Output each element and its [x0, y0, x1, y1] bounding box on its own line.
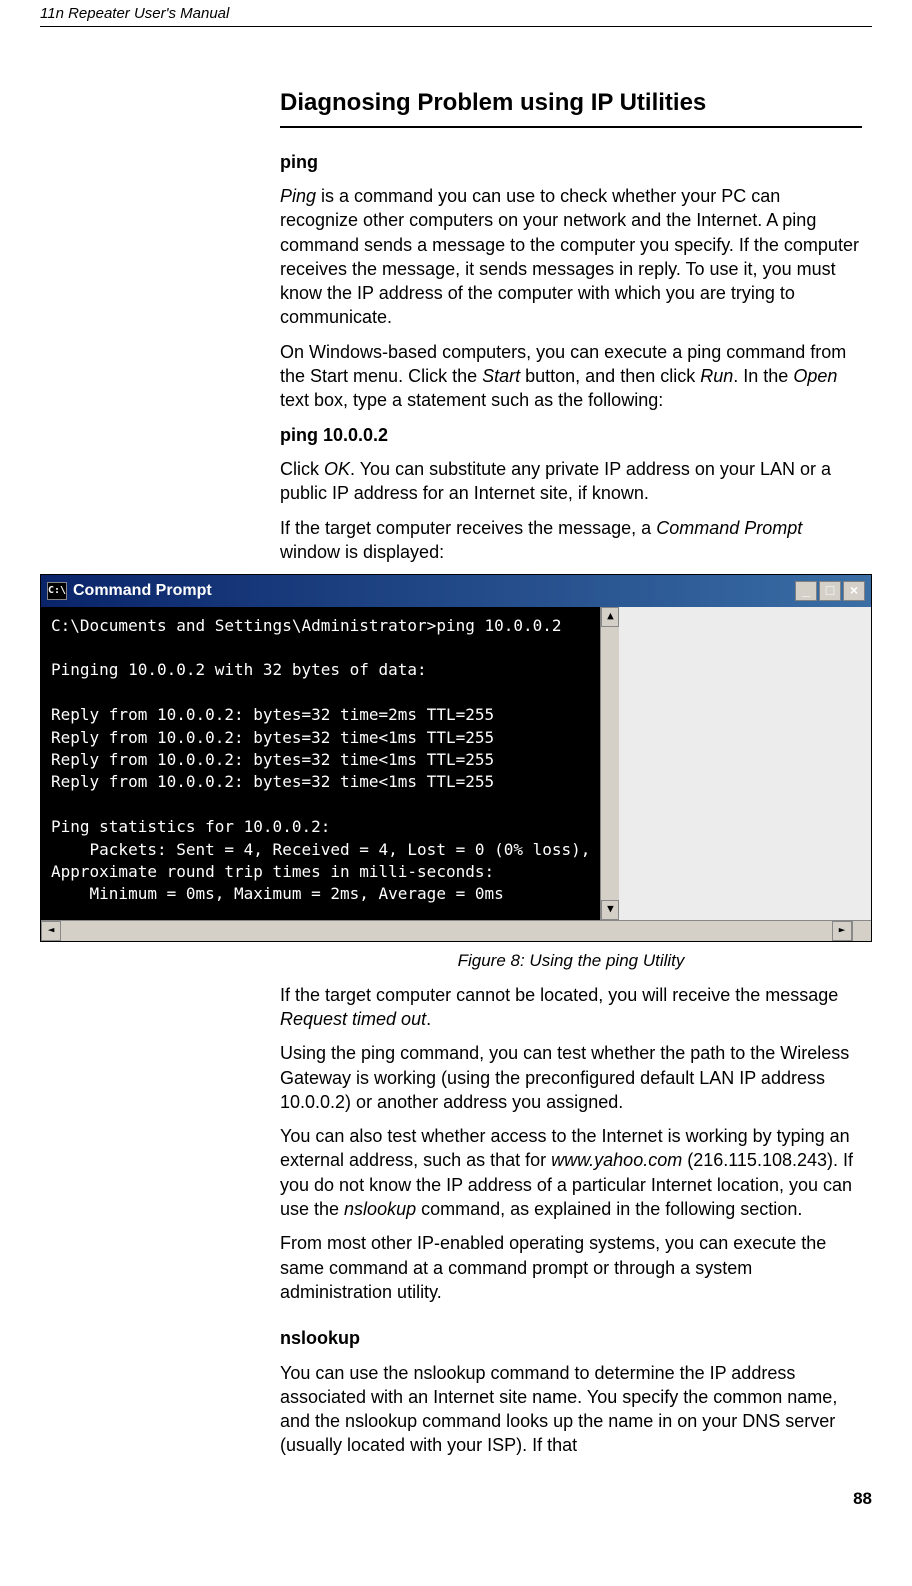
ping-para-2: On Windows-based computers, you can exec…: [280, 340, 862, 413]
ok-italic: OK: [324, 459, 350, 479]
ping-word-italic: Ping: [280, 186, 316, 206]
page-number: 88: [40, 1488, 872, 1511]
scroll-track-horizontal[interactable]: [61, 921, 832, 941]
ping-command-example: ping 10.0.0.2: [280, 423, 862, 447]
text: window is displayed:: [280, 542, 444, 562]
figure-caption: Figure 8: Using the ping Utility: [280, 950, 862, 973]
cmd-icon: C:\: [47, 582, 67, 600]
text: If the target computer receives the mess…: [280, 518, 656, 538]
size-grip[interactable]: [852, 921, 871, 941]
ping-para-3: Click OK. You can substitute any private…: [280, 457, 862, 506]
text: command, as explained in the following s…: [416, 1199, 802, 1219]
titlebar-left: C:\ Command Prompt: [47, 580, 212, 602]
text: text box, type a statement such as the f…: [280, 390, 663, 410]
command-prompt-italic: Command Prompt: [656, 518, 802, 538]
run-italic: Run: [700, 366, 733, 386]
text: Click: [280, 459, 324, 479]
scroll-down-icon[interactable]: ▼: [601, 900, 619, 920]
page-header: 11n Repeater User's Manual: [40, 0, 872, 27]
scroll-track[interactable]: [601, 627, 619, 900]
vertical-scrollbar[interactable]: ▲ ▼: [600, 607, 619, 920]
window-buttons: _ □ ×: [795, 581, 865, 601]
window-titlebar: C:\ Command Prompt _ □ ×: [41, 575, 871, 607]
text: If the target computer cannot be located…: [280, 985, 838, 1005]
post-para-2: Using the ping command, you can test whe…: [280, 1041, 862, 1114]
request-timed-out-italic: Request timed out: [280, 1009, 426, 1029]
post-para-1: If the target computer cannot be located…: [280, 983, 862, 1032]
nslookup-heading: nslookup: [280, 1326, 862, 1350]
scroll-left-icon[interactable]: ◄: [41, 921, 61, 941]
text: . In the: [733, 366, 793, 386]
nslookup-italic: nslookup: [344, 1199, 416, 1219]
ping-para-1-text: is a command you can use to check whethe…: [280, 186, 859, 327]
section-title: Diagnosing Problem using IP Utilities: [280, 87, 862, 127]
horizontal-scrollbar[interactable]: ◄ ►: [41, 920, 871, 941]
scroll-up-icon[interactable]: ▲: [601, 607, 619, 627]
text: button, and then click: [520, 366, 700, 386]
ping-para-1: Ping is a command you can use to check w…: [280, 184, 862, 330]
ping-para-4: If the target computer receives the mess…: [280, 516, 862, 565]
ping-heading: ping: [280, 150, 862, 174]
yahoo-italic: www.yahoo.com: [551, 1150, 682, 1170]
nslookup-para: You can use the nslookup command to dete…: [280, 1361, 862, 1458]
text: .: [426, 1009, 431, 1029]
start-italic: Start: [482, 366, 520, 386]
text: . You can substitute any private IP addr…: [280, 459, 831, 503]
scroll-right-icon[interactable]: ►: [832, 921, 852, 941]
post-para-4: From most other IP-enabled operating sys…: [280, 1231, 862, 1304]
cmd-output: C:\Documents and Settings\Administrator>…: [41, 607, 600, 920]
post-para-3: You can also test whether access to the …: [280, 1124, 862, 1221]
maximize-button[interactable]: □: [819, 581, 841, 601]
open-italic: Open: [793, 366, 837, 386]
command-prompt-window: C:\ Command Prompt _ □ × C:\Documents an…: [40, 574, 872, 942]
minimize-button[interactable]: _: [795, 581, 817, 601]
close-button[interactable]: ×: [843, 581, 865, 601]
window-title: Command Prompt: [73, 580, 212, 602]
